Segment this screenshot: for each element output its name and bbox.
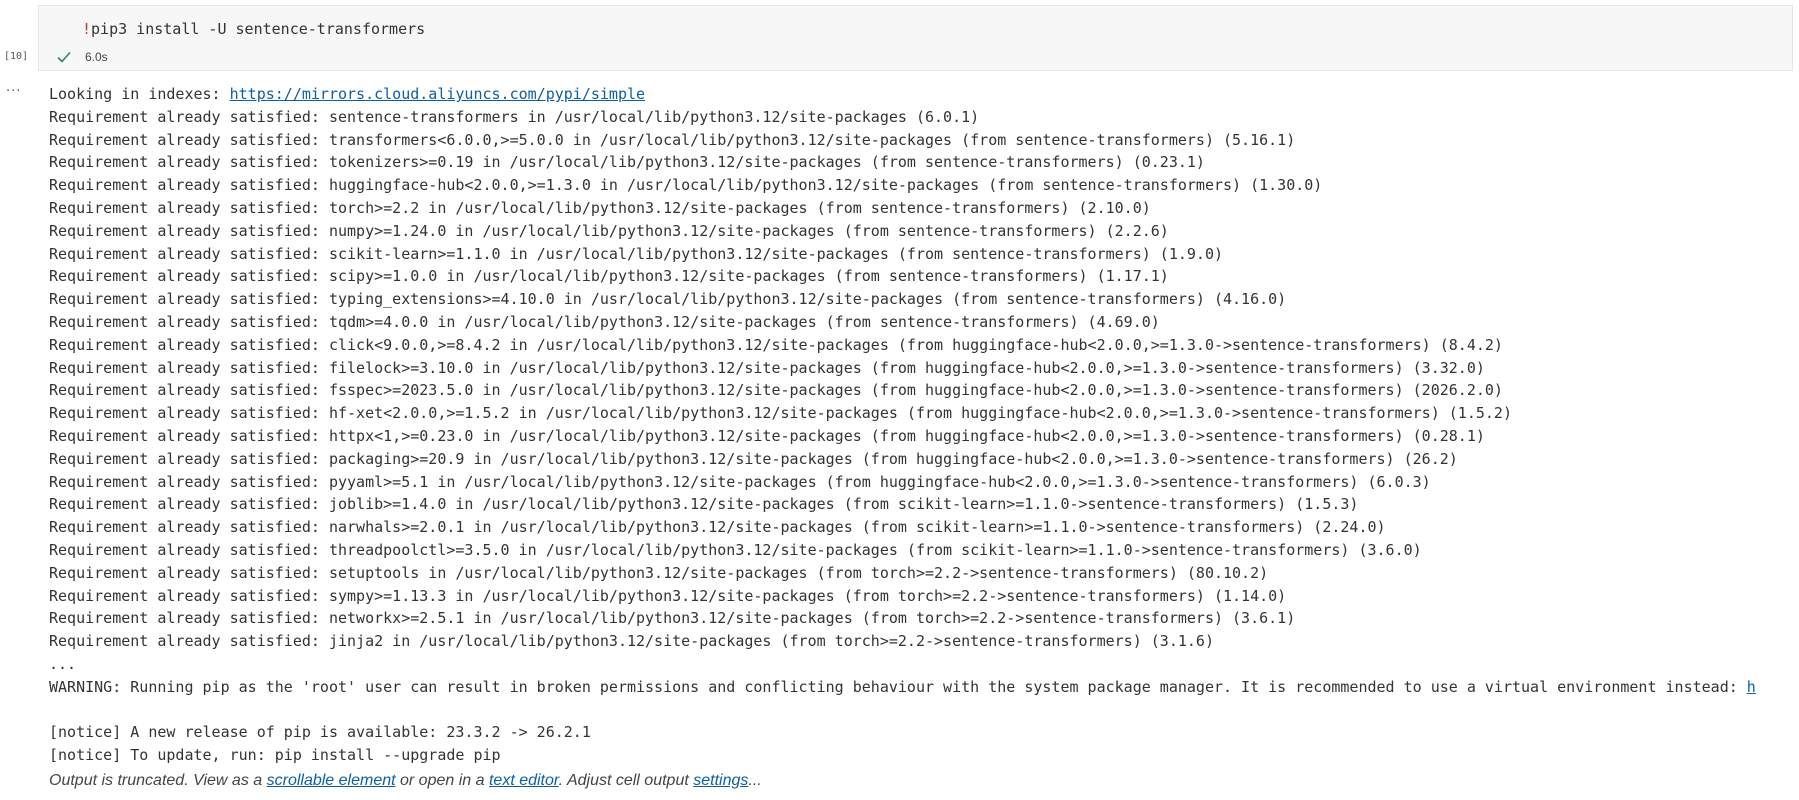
output-line: Requirement already satisfied: huggingfa…: [49, 174, 1795, 197]
output-line-text: [notice] A new release of pip is availab…: [49, 723, 591, 742]
output-line-text: [notice] To update, run: pip install --u…: [49, 746, 501, 765]
cell-output: Looking in indexes: https://mirrors.clou…: [49, 83, 1795, 793]
execution-status: 6.0s: [57, 50, 108, 64]
output-line-text: Requirement already satisfied: pyyaml>=5…: [49, 472, 1431, 491]
output-line-text: Requirement already satisfied: fsspec>=2…: [49, 381, 1503, 400]
output-line: Requirement already satisfied: packaging…: [49, 448, 1795, 471]
output-line-text: Requirement already satisfied: narwhals>…: [49, 518, 1386, 537]
check-icon: [57, 51, 71, 63]
output-line-text: Requirement already satisfied: scipy>=1.…: [49, 267, 1169, 286]
execution-time: 6.0s: [85, 50, 108, 64]
shell-bang: !: [82, 20, 92, 38]
output-line-text: Requirement already satisfied: sympy>=1.…: [49, 586, 1287, 605]
index-url-link[interactable]: https://mirrors.cloud.aliyuncs.com/pypi/…: [230, 85, 645, 103]
output-line: Requirement already satisfied: scikit-le…: [49, 243, 1795, 266]
output-line: Requirement already satisfied: threadpoo…: [49, 539, 1795, 562]
output-line: [notice] A new release of pip is availab…: [49, 721, 1795, 744]
output-line-index: Looking in indexes: https://mirrors.clou…: [49, 83, 1795, 106]
notebook-view: [10] !pip3 install -U sentence-transform…: [0, 0, 1799, 800]
output-line-text: Requirement already satisfied: click<9.0…: [49, 335, 1503, 354]
truncation-text: . Adjust cell output: [558, 771, 694, 789]
output-line-text: Requirement already satisfied: setuptool…: [49, 563, 1269, 582]
cell-execution-count: [10]: [4, 51, 29, 62]
code-editor-line[interactable]: !pip3 install -U sentence-transformers: [82, 20, 425, 38]
output-line-text: Requirement already satisfied: joblib>=1…: [49, 495, 1359, 514]
output-line: Requirement already satisfied: joblib>=1…: [49, 493, 1795, 516]
output-line: WARNING: Running pip as the 'root' user …: [49, 676, 1795, 699]
output-line: Requirement already satisfied: jinja2 in…: [49, 630, 1795, 653]
output-lines: Requirement already satisfied: sentence-…: [49, 106, 1795, 767]
output-line: Requirement already satisfied: numpy>=1.…: [49, 220, 1795, 243]
output-line: Requirement already satisfied: setuptool…: [49, 562, 1795, 585]
output-line: [notice] To update, run: pip install --u…: [49, 744, 1795, 767]
output-line: Requirement already satisfied: sympy>=1.…: [49, 585, 1795, 608]
output-line: Requirement already satisfied: narwhals>…: [49, 516, 1795, 539]
output-line: Requirement already satisfied: scipy>=1.…: [49, 265, 1795, 288]
output-line: Requirement already satisfied: fsspec>=2…: [49, 379, 1795, 402]
output-line: Requirement already satisfied: sentence-…: [49, 106, 1795, 129]
output-line: Requirement already satisfied: tokenizer…: [49, 151, 1795, 174]
output-line-text: Requirement already satisfied: hf-xet<2.…: [49, 404, 1512, 423]
output-line-text: Requirement already satisfied: scikit-le…: [49, 244, 1223, 263]
output-line-text: Requirement already satisfied: transform…: [49, 130, 1296, 149]
output-line: Requirement already satisfied: httpx<1,>…: [49, 425, 1795, 448]
settings-link[interactable]: settings: [693, 772, 748, 789]
text-editor-link[interactable]: text editor: [489, 772, 559, 789]
warning-url-link[interactable]: h: [1747, 678, 1756, 696]
output-line-text: Requirement already satisfied: sentence-…: [49, 107, 980, 126]
output-line: Requirement already satisfied: hf-xet<2.…: [49, 402, 1795, 425]
output-line: Requirement already satisfied: transform…: [49, 129, 1795, 152]
code-cell[interactable]: !pip3 install -U sentence-transformers 6…: [38, 5, 1793, 71]
output-line: Requirement already satisfied: tqdm>=4.0…: [49, 311, 1795, 334]
output-line-text: ...: [49, 654, 77, 673]
output-line: Requirement already satisfied: networkx>…: [49, 607, 1795, 630]
output-line-text: Requirement already satisfied: filelock>…: [49, 358, 1485, 377]
index-prefix: Looking in indexes:: [49, 85, 230, 103]
output-line: ...: [49, 653, 1795, 676]
output-line-text: Requirement already satisfied: tokenizer…: [49, 153, 1205, 172]
output-actions-menu[interactable]: ...: [6, 80, 21, 95]
output-line: Requirement already satisfied: filelock>…: [49, 357, 1795, 380]
output-line-text: Requirement already satisfied: threadpoo…: [49, 540, 1422, 559]
output-line-text: Requirement already satisfied: tqdm>=4.0…: [49, 312, 1160, 331]
output-line-text: Requirement already satisfied: networkx>…: [49, 609, 1296, 628]
truncation-notice: Output is truncated. View as a scrollabl…: [49, 769, 1795, 793]
output-line: Requirement already satisfied: pyyaml>=5…: [49, 471, 1795, 494]
output-line-text: Requirement already satisfied: huggingfa…: [49, 176, 1323, 195]
output-line-text: Requirement already satisfied: torch>=2.…: [49, 198, 1151, 217]
truncation-text: or open in a: [395, 771, 489, 789]
truncation-text: Output is truncated. View as a: [49, 771, 267, 789]
output-line-text: WARNING: Running pip as the 'root' user …: [49, 677, 1747, 696]
scrollable-element-link[interactable]: scrollable element: [267, 772, 396, 789]
output-line: Requirement already satisfied: click<9.0…: [49, 334, 1795, 357]
output-line: Requirement already satisfied: typing_ex…: [49, 288, 1795, 311]
output-line-text: Requirement already satisfied: httpx<1,>…: [49, 426, 1485, 445]
truncation-text: ...: [748, 771, 762, 789]
output-line-text: Requirement already satisfied: numpy>=1.…: [49, 221, 1169, 240]
output-line-text: Requirement already satisfied: packaging…: [49, 449, 1458, 468]
output-line-text: Requirement already satisfied: jinja2 in…: [49, 632, 1214, 651]
output-line-text: Requirement already satisfied: typing_ex…: [49, 290, 1287, 309]
output-line: Requirement already satisfied: torch>=2.…: [49, 197, 1795, 220]
code-text: pip3 install -U sentence-transformers: [91, 20, 426, 38]
